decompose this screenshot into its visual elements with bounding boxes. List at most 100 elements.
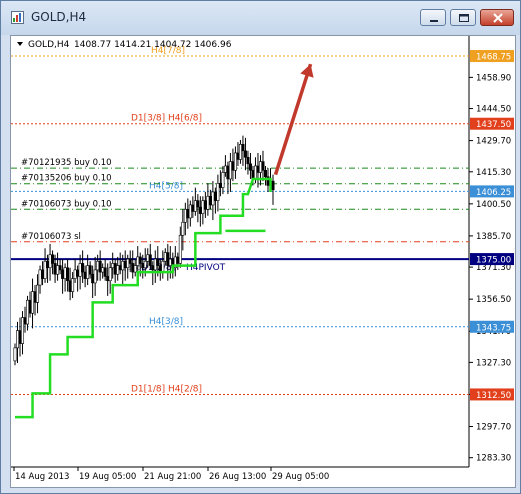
candle-body — [23, 317, 27, 325]
candle-body — [71, 278, 75, 292]
candle-body — [38, 269, 42, 286]
candle-body — [261, 161, 265, 171]
candle-body — [236, 152, 240, 160]
restore-button[interactable] — [450, 9, 476, 26]
candle-body — [186, 208, 190, 219]
candle-body — [143, 260, 147, 269]
candle-body — [271, 180, 275, 191]
candle-body — [251, 169, 255, 180]
candle-body — [161, 260, 165, 273]
candle-body — [126, 258, 130, 269]
time-tick-label: 26 Aug 13:00 — [209, 472, 266, 482]
price-tag-label: 1468.75 — [476, 53, 511, 63]
candle-body — [111, 263, 115, 269]
price-tag-label: 1406.25 — [476, 188, 511, 198]
candle-body — [128, 258, 132, 264]
candle-body — [243, 150, 247, 158]
time-tick-label: 29 Aug 05:00 — [272, 472, 329, 482]
candle-body — [191, 204, 195, 212]
price-tag-label: 1312.50 — [476, 391, 511, 401]
level-label: H4[5/8] — [149, 181, 183, 191]
candle-body — [156, 258, 160, 266]
candle-body — [13, 347, 17, 362]
candle-body — [211, 191, 215, 206]
candle-body — [18, 330, 22, 344]
price-tick-label: 1429.70 — [476, 137, 511, 147]
candle-body — [108, 267, 112, 282]
price-tick-label: 1415.30 — [476, 168, 511, 178]
order-label: #70121935 buy 0.10 — [21, 158, 112, 168]
candle-body — [36, 284, 40, 303]
candle-body — [123, 260, 127, 269]
candle-body — [221, 172, 225, 188]
candle-body — [131, 263, 135, 273]
candle-body — [53, 263, 57, 275]
candle-body — [88, 265, 92, 275]
candle-body — [253, 165, 257, 180]
candle-body — [133, 265, 137, 273]
candle-body — [228, 161, 232, 180]
price-tick-label: 1283.30 — [476, 454, 511, 464]
candle-body — [238, 143, 242, 160]
candle-body — [56, 265, 60, 275]
candle-body — [116, 265, 120, 275]
candle-body — [203, 200, 207, 210]
time-tick-label: 19 Aug 05:00 — [79, 472, 136, 482]
candle-body — [43, 260, 47, 279]
minimize-button[interactable] — [420, 9, 446, 26]
level-label: H4[3/8] — [149, 317, 183, 327]
candle-body — [146, 254, 150, 262]
price-tick-label: 1297.70 — [476, 422, 511, 432]
candle-body — [181, 221, 185, 236]
candle-body — [76, 269, 80, 277]
close-button[interactable] — [480, 9, 514, 26]
candle-body — [101, 267, 105, 273]
candle-body — [196, 200, 200, 208]
chart-symbol: GOLD,H4 — [28, 40, 70, 50]
candle-body — [241, 143, 245, 152]
candle-body — [58, 265, 62, 271]
candle-body — [188, 204, 192, 219]
price-tag-label: 1437.50 — [476, 120, 511, 130]
candle-body — [83, 271, 87, 279]
chart-window: GOLD,H4 H4[7/8] D1[3/8] H4[6/8] H4[5/8] H4P… — [0, 0, 521, 494]
candle-body — [141, 263, 145, 269]
close-icon — [493, 13, 503, 23]
order-label: #70106073 sl — [21, 232, 81, 242]
candle-body — [223, 165, 227, 173]
candle-body — [168, 258, 172, 266]
candle-body — [246, 156, 250, 165]
candle-body — [226, 165, 230, 180]
candle-body — [26, 299, 30, 325]
minimize-icon — [430, 20, 438, 22]
candle-body — [113, 263, 117, 275]
candle-body — [98, 260, 102, 273]
price-tick-label: 1400.50 — [476, 200, 511, 210]
chart-window-icon — [11, 11, 24, 24]
candle-body — [148, 254, 152, 266]
candle-body — [81, 263, 85, 273]
level-label: D1[3/8] H4[6/8] — [131, 114, 202, 124]
candle-body — [48, 254, 52, 269]
chart-area[interactable]: H4[7/8] D1[3/8] H4[6/8] H4[5/8] H4PIVOT H4[3… — [10, 35, 516, 488]
candle-body — [153, 258, 157, 271]
candle-body — [41, 269, 45, 279]
price-tick-label: 1356.50 — [476, 295, 511, 305]
candle-body — [208, 195, 212, 206]
candle-body — [66, 267, 70, 282]
candle-body — [16, 330, 20, 349]
candlestick-chart[interactable]: H4[7/8]D1[3/8] H4[6/8]H4[5/8]H4PIVOTH4[3… — [11, 36, 515, 487]
candle-body — [213, 191, 217, 201]
candle-body — [248, 163, 252, 171]
order-label: #70135206 buy 0.10 — [21, 174, 112, 184]
price-tick-label: 1458.90 — [476, 73, 511, 83]
candle-body — [121, 260, 125, 271]
candle-body — [183, 208, 187, 223]
price-tag-label: 1375.00 — [476, 256, 511, 266]
restore-icon — [459, 14, 469, 22]
title-bar[interactable]: GOLD,H4 — [1, 1, 520, 35]
time-tick-label: 21 Aug 21:00 — [144, 472, 201, 482]
candle-body — [68, 280, 72, 292]
candle-body — [178, 234, 182, 264]
time-tick-label: 14 Aug 2013 — [15, 472, 69, 482]
